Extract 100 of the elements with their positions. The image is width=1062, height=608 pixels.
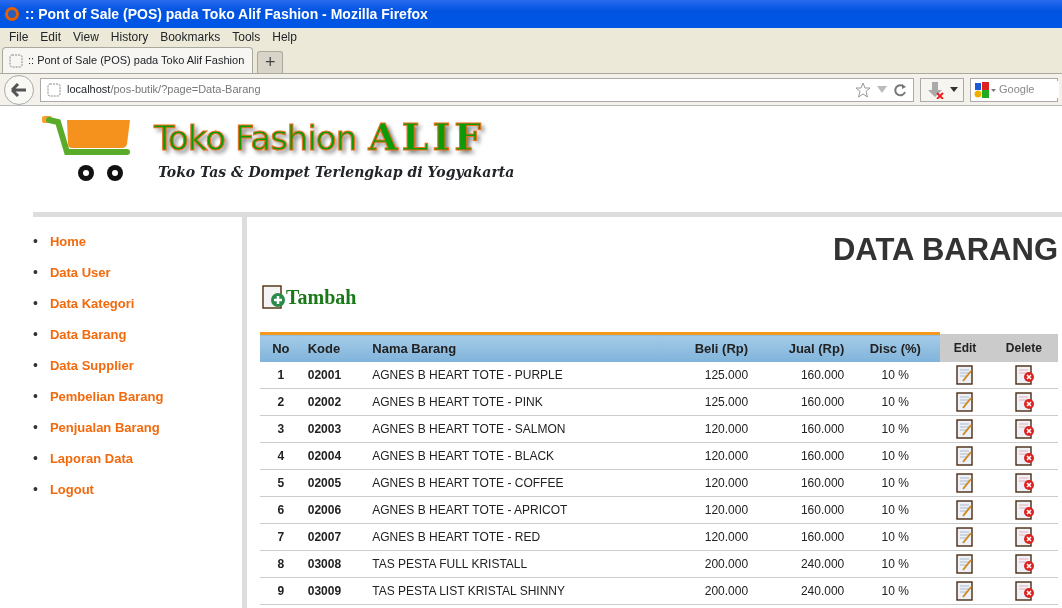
column-header: Disc (%) <box>850 333 941 362</box>
table-cell: AGNES B HEART TOTE - RED <box>366 523 661 551</box>
table-cell: 02004 <box>301 442 367 470</box>
table-cell: 125.000 <box>661 361 755 389</box>
table-cell: 240.000 <box>754 577 851 605</box>
bullet-mark: • <box>33 356 38 375</box>
table-cell: 02005 <box>301 469 367 497</box>
menu-item[interactable]: View <box>67 28 105 46</box>
new-tab-button[interactable]: + <box>257 51 284 73</box>
address-bar[interactable]: localhost/pos-butik/?page=Data-Barang <box>40 77 914 102</box>
delete-icon[interactable] <box>1013 392 1034 413</box>
table-cell: 10 % <box>850 577 941 605</box>
bullet-mark: • <box>33 325 38 344</box>
table-cell: 6 <box>260 496 302 524</box>
menu-item[interactable]: Tools <box>226 28 267 46</box>
table-cell: TAS PESTA FULL KRISTALL <box>366 550 661 578</box>
site-title: Toko Fashion <box>154 121 357 155</box>
table-cell: AGNES B HEART TOTE - APRICOT <box>366 496 661 524</box>
dropdown-icon <box>950 86 958 93</box>
firefox-icon <box>4 6 20 22</box>
column-header: Delete <box>989 333 1058 362</box>
bullet-mark: • <box>33 387 38 406</box>
star-icon[interactable] <box>855 81 871 98</box>
download-icon <box>926 80 944 99</box>
table-cell: 160.000 <box>754 442 851 470</box>
table-cell: 120.000 <box>661 469 755 497</box>
add-link[interactable]: Tambah <box>260 282 357 313</box>
column-header: No <box>260 333 302 362</box>
edit-icon[interactable] <box>954 554 975 575</box>
table-cell: 9 <box>260 577 302 605</box>
bullet-mark: • <box>33 418 38 437</box>
table-cell: AGNES B HEART TOTE - BLACK <box>366 442 661 470</box>
edit-icon[interactable] <box>954 419 975 440</box>
delete-icon[interactable] <box>1013 581 1034 602</box>
edit-icon[interactable] <box>954 473 975 494</box>
table-cell: 10 % <box>850 523 941 551</box>
back-arrow-icon <box>11 82 27 97</box>
menu-item[interactable]: File <box>3 28 35 46</box>
table-cell: 10 % <box>850 442 941 470</box>
table-cell: TAS PESTA LIST KRISTAL SHINNY <box>366 577 661 605</box>
back-button[interactable] <box>4 74 34 105</box>
edit-icon[interactable] <box>954 581 975 602</box>
table-cell: 10 % <box>850 415 941 443</box>
table-cell: 03008 <box>301 550 367 578</box>
notebook-add-icon <box>260 284 286 311</box>
edit-icon[interactable] <box>954 527 975 548</box>
table-cell: 10 % <box>850 550 941 578</box>
table-cell: 160.000 <box>754 469 851 497</box>
column-header: Nama Barang <box>366 333 661 362</box>
table-cell: AGNES B HEART TOTE - SALMON <box>366 415 661 443</box>
delete-icon[interactable] <box>1013 554 1034 575</box>
table-cell: 4 <box>260 442 302 470</box>
delete-icon[interactable] <box>1013 473 1034 494</box>
reload-icon[interactable] <box>893 82 907 97</box>
column-header: Kode <box>301 333 367 362</box>
table-cell: 02007 <box>301 523 367 551</box>
table-cell: 02002 <box>301 388 367 416</box>
column-header: Beli (Rp) <box>661 333 755 362</box>
table-cell: 10 % <box>850 361 941 389</box>
table-cell: 2 <box>260 388 302 416</box>
edit-icon[interactable] <box>954 446 975 467</box>
table-cell: 10 % <box>850 496 941 524</box>
edit-icon[interactable] <box>954 364 975 385</box>
download-button[interactable] <box>920 77 964 102</box>
search-field[interactable]: Google <box>970 77 1058 102</box>
menu-item[interactable]: History <box>104 28 155 46</box>
bullet-mark: • <box>33 480 38 499</box>
menu-item[interactable]: Edit <box>34 28 68 46</box>
table-cell: 3 <box>260 415 302 443</box>
bullet-mark: • <box>33 263 38 282</box>
menu-item[interactable]: Help <box>266 28 303 46</box>
table-cell: 02006 <box>301 496 367 524</box>
bullet-mark: • <box>33 294 38 313</box>
column-header: Jual (Rp) <box>754 333 851 362</box>
page-icon <box>47 82 61 97</box>
search-engine-icon <box>974 80 996 99</box>
browser-tab[interactable]: :: Pont of Sale (POS) pada Toko Alif Fashion <box>2 47 254 73</box>
edit-icon[interactable] <box>954 392 975 413</box>
table-cell: 120.000 <box>661 496 755 524</box>
delete-icon[interactable] <box>1013 364 1034 385</box>
delete-icon[interactable] <box>1013 500 1034 521</box>
table-cell: 160.000 <box>754 523 851 551</box>
page-title: DATA BARANG <box>832 231 1058 269</box>
table-cell: 160.000 <box>754 361 851 389</box>
delete-icon[interactable] <box>1013 527 1034 548</box>
table-cell: AGNES B HEART TOTE - PURPLE <box>366 361 661 389</box>
edit-icon[interactable] <box>954 500 975 521</box>
table-cell: 160.000 <box>754 415 851 443</box>
column-header: Edit <box>940 333 990 362</box>
menu-item[interactable]: Bookmarks <box>154 28 227 46</box>
delete-icon[interactable] <box>1013 419 1034 440</box>
table-cell: 120.000 <box>661 442 755 470</box>
table-cell: 240.000 <box>754 550 851 578</box>
table-cell: 200.000 <box>661 577 755 605</box>
delete-icon[interactable] <box>1013 446 1034 467</box>
site-tagline: Toko Tas & Dompet Terlengkap di Yogyakarta <box>158 163 515 182</box>
table-cell: 200.000 <box>661 550 755 578</box>
table-cell: 10 % <box>850 388 941 416</box>
table-cell: 125.000 <box>661 388 755 416</box>
site-title-accent: ALIF <box>368 118 486 156</box>
